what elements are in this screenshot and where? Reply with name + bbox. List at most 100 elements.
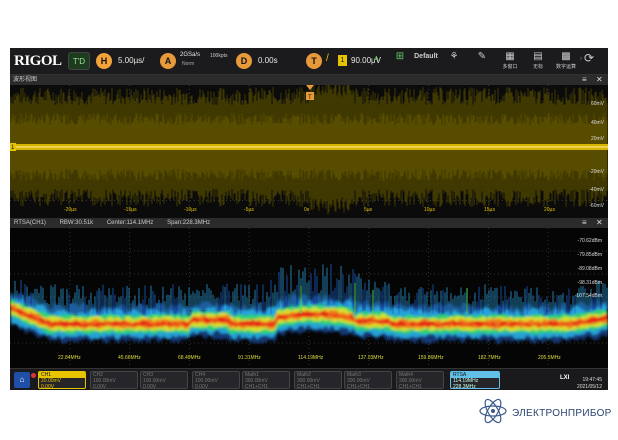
center-value: Center:114.1MHz xyxy=(106,220,154,226)
multiwindow-label: 多窗口 xyxy=(502,64,518,70)
clear-button[interactable]: ⚘ xyxy=(442,50,466,72)
rigol-logo: RIGOL xyxy=(14,53,62,69)
acquire-icon[interactable]: A xyxy=(160,53,176,69)
waveform-y-tick-label: -60mV xyxy=(589,203,604,209)
spectrum-plot xyxy=(10,228,608,368)
clock-time: 19:47:45 xyxy=(582,377,602,383)
spectrum-x-tick-label: 68.49MHz xyxy=(178,355,201,361)
waveform-x-tick-label: -15µs xyxy=(124,207,137,213)
clock-date: 2021/05/12 xyxy=(576,384,602,390)
horizontal-icon[interactable]: H xyxy=(96,53,112,69)
channel-box-ch1[interactable]: CH1 20.00mV 0.00V xyxy=(38,371,86,389)
grid-label: 无标 xyxy=(532,64,543,70)
channel-box-math3[interactable]: Math3 300.00mV CH1+CH1 xyxy=(344,371,392,389)
auto-icon: ⊞ xyxy=(395,51,405,62)
waveform-y-tick-label: 60mV xyxy=(590,101,604,107)
channel-box-ch3[interactable]: CH3 100.00mV 0.00V xyxy=(140,371,188,389)
refresh-icon[interactable]: ⟳ xyxy=(584,51,594,65)
trigger-source-badge[interactable]: 1 xyxy=(338,55,347,66)
multiwindow-icon: ▦ xyxy=(505,51,515,62)
record-indicator-icon xyxy=(31,373,36,378)
channel-box-math2[interactable]: Math2 300.00mV CH1+CH1 xyxy=(294,371,342,389)
rtsa-span: 228.3MHz xyxy=(453,384,476,389)
spectrum-x-tick-label: 182.7MHz xyxy=(478,355,501,361)
top-toolbar: RIGOL T'D H 5.00µs/ A 2GSa/s Norm 100kpt… xyxy=(10,48,608,75)
channel-offset: CH1+CH1 xyxy=(347,384,370,389)
sample-rate[interactable]: 2GSa/s xyxy=(180,52,200,58)
math-icon: ▩ xyxy=(561,51,571,62)
oscilloscope-screen: RIGOL T'D H 5.00µs/ A 2GSa/s Norm 100kpt… xyxy=(10,48,608,390)
quick-button[interactable]: ✎ xyxy=(470,50,494,72)
waveform-x-tick-label: 0s xyxy=(304,207,310,213)
waveform-y-tick-label: -40mV xyxy=(589,187,604,193)
math-button[interactable]: ▩ 数字运算 xyxy=(554,50,578,72)
spectrum-y-tick-label: -98.31dBm xyxy=(577,280,602,286)
spectrum-x-tick-label: 22.84MHz xyxy=(58,355,81,361)
rbw-value: RBW:30.51k xyxy=(59,220,94,226)
channel-box-ch4[interactable]: CH4 100.00mV 0.00V xyxy=(192,371,240,389)
brand-name: ЭЛЕКТРОНПРИБОР xyxy=(512,408,612,419)
spectrum-x-tick-label: 137.03MHz xyxy=(358,355,384,361)
spectrum-x-tick-label: 91.31MHz xyxy=(238,355,261,361)
clear-icon: ⚘ xyxy=(449,51,459,62)
window-close-icon[interactable]: ✕ xyxy=(596,75,603,85)
window-menu-icon[interactable]: ≡ xyxy=(582,75,587,85)
trigger-status-button[interactable]: T'D xyxy=(68,52,90,70)
channel-offset: CH1+CH1 xyxy=(245,384,268,389)
spectrum-x-tick-label: 45.66MHz xyxy=(118,355,141,361)
spectrum-window-title: RTSA(CH1) RBW:30.51k Center:114.1MHz Spa… xyxy=(10,218,608,228)
waveform-window: 波形视图 ≡ ✕ 1 T 60mV 40mV 20mV -20mV -40mV -60mV… xyxy=(10,75,608,217)
spectrum-x-tick-label: 205.5MHz xyxy=(538,355,561,361)
channel-box-math4[interactable]: Math4 300.00mV CH1+CH1 xyxy=(396,371,444,389)
spectrum-close-icon[interactable]: ✕ xyxy=(596,218,603,228)
rtsa-title: RTSA(CH1) xyxy=(14,220,46,226)
grid-button[interactable]: ▤ 无标 xyxy=(526,50,550,72)
channel-offset: CH1+CH1 xyxy=(399,384,422,389)
delay-value[interactable]: 0.00s xyxy=(258,56,278,65)
spectrum-y-tick-label: -107.54dBm xyxy=(574,293,602,299)
bottom-status-bar: ⌂ CH1 20.00mV 0.00V CH2 100.00mV 0.00V CH3 100.… xyxy=(10,368,608,390)
waveform-y-tick-label: 40mV xyxy=(590,120,604,126)
waveform-x-tick-label: 15µs xyxy=(484,207,495,213)
auto-button[interactable]: ⊞ xyxy=(388,50,412,72)
spectrum-y-tick-label: -79.85dBm xyxy=(577,252,602,258)
spectrum-window: RTSA(CH1) RBW:30.51k Center:114.1MHz Spa… xyxy=(10,218,608,368)
waveform-x-tick-label: 10µs xyxy=(424,207,435,213)
more-chevron-icon[interactable]: › xyxy=(580,56,582,62)
channel-box-ch2[interactable]: CH2 100.00mV 0.00V xyxy=(90,371,138,389)
rtsa-box[interactable]: RTSA 114.19MHz 228.3MHz xyxy=(450,371,500,389)
waveform-window-title: 波形视图 xyxy=(10,75,608,85)
channel-offset: 0.00V xyxy=(41,384,55,389)
waveform-x-tick-label: 20µs xyxy=(544,207,555,213)
trigger-icon[interactable]: T xyxy=(306,53,322,69)
channel-box-math1[interactable]: Math1 300.00mV CH1+CH1 xyxy=(242,371,290,389)
electronpribor-logo-icon xyxy=(479,398,507,424)
waveform-x-tick-label: -5µs xyxy=(244,207,254,213)
channel-offset: 0.00V xyxy=(195,384,209,389)
spectrum-y-tick-label: -70.62dBm xyxy=(577,238,602,244)
waveform-x-tick-label: -10µs xyxy=(184,207,197,213)
trigger-T-label: T xyxy=(308,95,312,101)
span-value: Span:228.3MHz xyxy=(167,220,211,226)
spectrum-y-tick-label: -89.08dBm xyxy=(577,266,602,272)
delay-icon[interactable]: D xyxy=(236,53,252,69)
memory-depth: 100kpts xyxy=(210,53,228,59)
multiwindow-button[interactable]: ▦ 多窗口 xyxy=(498,50,522,72)
spectrum-menu-icon[interactable]: ≡ xyxy=(582,218,587,228)
trigger-slope-icon: / xyxy=(326,53,329,64)
channel-offset: 0.00V xyxy=(143,384,157,389)
waveform-plot: 1 T xyxy=(10,85,608,217)
home-icon[interactable]: ⌂ xyxy=(14,372,30,388)
math-label: 数字运算 xyxy=(555,64,576,70)
spectrum-x-tick-label: 159.86MHz xyxy=(418,355,444,361)
quick-icon: ✎ xyxy=(477,51,487,62)
waveform-x-tick-label: -20µs xyxy=(64,207,77,213)
spectrum-x-tick-label: 114.19MHz xyxy=(298,355,324,361)
channel-offset: CH1+CH1 xyxy=(297,384,320,389)
default-button[interactable]: Default xyxy=(414,50,438,72)
channel-offset: 0.00V xyxy=(93,384,107,389)
timebase-value[interactable]: 5.00µs/ xyxy=(118,56,144,65)
grid-icon: ▤ xyxy=(533,51,543,62)
acquire-mode: Norm xyxy=(182,61,195,67)
waveform-x-tick-label: 5µs xyxy=(364,207,373,213)
